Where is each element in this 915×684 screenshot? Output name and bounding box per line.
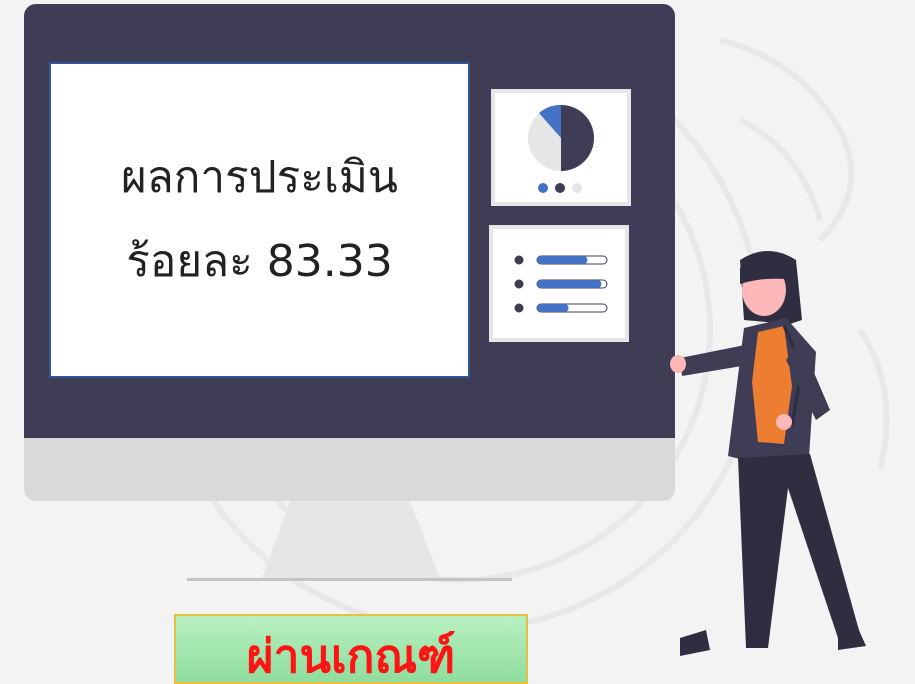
evaluation-result-card: ผลการประเมิน ร้อยละ 83.33 bbox=[49, 62, 470, 378]
pass-criteria-label: ผ่านเกณฑ์ bbox=[246, 629, 456, 683]
list-bullet-icon bbox=[514, 303, 524, 313]
list-widget bbox=[489, 225, 629, 342]
list-bullet-icon bbox=[514, 279, 524, 289]
pie-chart-widget bbox=[491, 89, 631, 206]
pager-dot-icon bbox=[538, 183, 548, 193]
pager-dot-icon bbox=[555, 183, 565, 193]
person-illustration bbox=[670, 251, 866, 656]
evaluation-percentage: ร้อยละ 83.33 bbox=[126, 236, 393, 287]
pass-criteria-button[interactable]: ผ่านเกณฑ์ bbox=[174, 614, 528, 684]
list-bar-fill bbox=[537, 280, 602, 288]
list-bullet-icon bbox=[514, 255, 524, 265]
monitor-stand-base bbox=[187, 578, 512, 581]
evaluation-title: ผลการประเมิน bbox=[120, 152, 399, 203]
list-bar-fill bbox=[537, 304, 569, 312]
pager-dot-icon bbox=[572, 183, 582, 193]
bulleted-list-icon bbox=[514, 255, 608, 313]
pie-chart-icon bbox=[528, 104, 594, 193]
list-bar-fill bbox=[537, 256, 588, 264]
